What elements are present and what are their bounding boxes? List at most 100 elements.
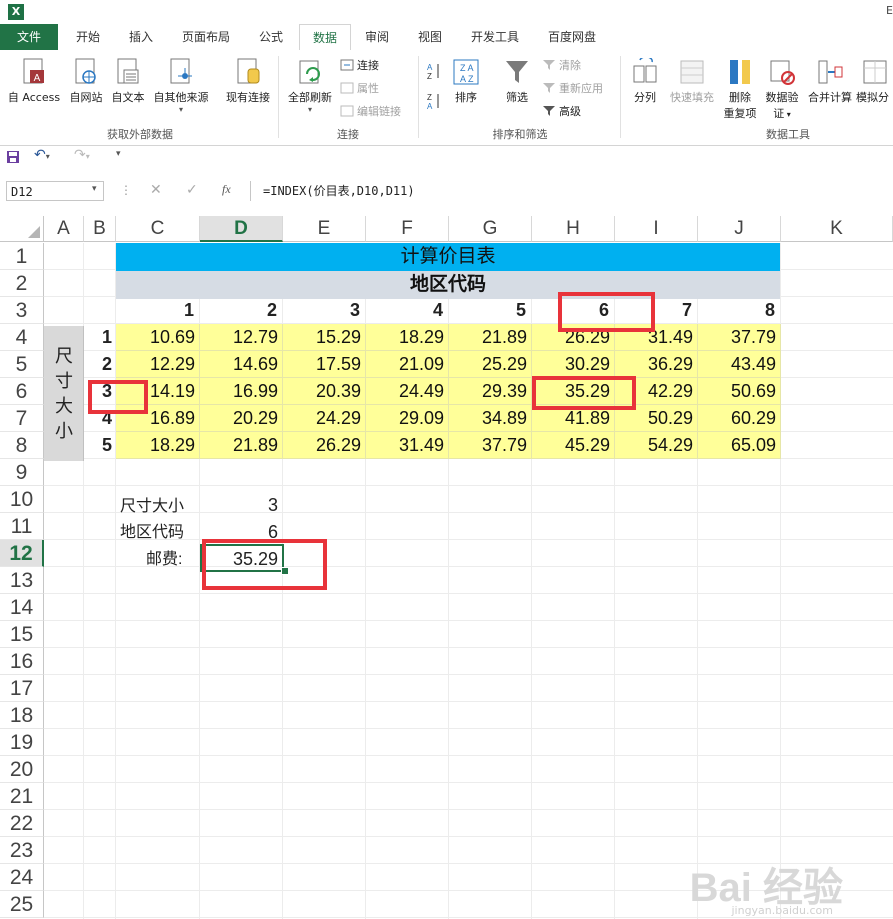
row-header-21[interactable]: 21 [0, 783, 44, 810]
price-cell[interactable]: 50.69 [698, 378, 781, 405]
price-cell[interactable]: 43.49 [698, 351, 781, 378]
customize-qat-icon[interactable]: ▾ [116, 149, 121, 159]
from-text-button[interactable]: 自文本 [108, 58, 148, 105]
column-header-J[interactable]: J [698, 216, 781, 242]
column-header-K[interactable]: K [781, 216, 893, 242]
tab-formulas[interactable]: 公式 [247, 24, 295, 50]
price-cell[interactable]: 21.09 [366, 351, 449, 378]
tab-developer[interactable]: 开发工具 [460, 24, 530, 50]
consolidate-button[interactable]: 合并计算 [804, 58, 856, 105]
cancel-icon[interactable]: ✕ [150, 182, 162, 198]
name-box-dropdown-icon[interactable]: ▾ [92, 184, 97, 194]
row-header-3[interactable]: 3 [0, 297, 44, 324]
row-header-14[interactable]: 14 [0, 594, 44, 621]
price-cell[interactable]: 20.29 [200, 405, 283, 432]
price-cell[interactable]: 60.29 [698, 405, 781, 432]
redo-icon[interactable]: ↷▾ [74, 147, 90, 163]
tab-home[interactable]: 开始 [64, 24, 112, 50]
row-header-6[interactable]: 6 [0, 378, 44, 405]
edit-links-button[interactable]: 编辑链接 [340, 103, 401, 119]
row-header-16[interactable]: 16 [0, 648, 44, 675]
region-code-cell[interactable]: 5 [449, 297, 532, 324]
what-if-analysis-button[interactable]: 模拟分 [856, 58, 893, 105]
properties-button[interactable]: 属性 [340, 80, 379, 96]
remove-duplicates-button[interactable]: 删除 重复项 [720, 58, 760, 121]
column-header-I[interactable]: I [615, 216, 698, 242]
row-header-7[interactable]: 7 [0, 405, 44, 432]
price-cell[interactable]: 34.89 [449, 405, 532, 432]
row-header-11[interactable]: 11 [0, 513, 44, 540]
price-cell[interactable]: 21.89 [200, 432, 283, 459]
column-header-A[interactable]: A [44, 216, 84, 242]
price-cell[interactable]: 29.39 [449, 378, 532, 405]
row-header-13[interactable]: 13 [0, 567, 44, 594]
price-cell[interactable]: 24.29 [283, 405, 366, 432]
price-cell[interactable]: 36.29 [615, 351, 698, 378]
price-cell[interactable]: 18.29 [366, 324, 449, 351]
sort-descending-icon[interactable]: ZA [426, 92, 442, 113]
price-cell[interactable]: 18.29 [116, 432, 200, 459]
column-header-E[interactable]: E [283, 216, 366, 242]
size-input-value[interactable]: 3 [200, 492, 282, 518]
price-cell[interactable]: 14.69 [200, 351, 283, 378]
region-code-cell[interactable]: 3 [283, 297, 366, 324]
refresh-all-button[interactable]: 全部刷新 ▾ [284, 58, 336, 114]
price-cell[interactable]: 24.49 [366, 378, 449, 405]
row-header-20[interactable]: 20 [0, 756, 44, 783]
row-header-4[interactable]: 4 [0, 324, 44, 351]
sheet-title[interactable]: 计算价目表 [116, 243, 780, 271]
size-side-label[interactable]: 尺 寸 大 小 [44, 326, 84, 461]
size-code-cell[interactable]: 1 [84, 324, 116, 351]
tab-view[interactable]: 视图 [406, 24, 454, 50]
size-code-cell[interactable]: 5 [84, 432, 116, 459]
row-header-23[interactable]: 23 [0, 837, 44, 864]
tab-baidu-netdisk[interactable]: 百度网盘 [536, 24, 608, 50]
price-cell[interactable]: 37.79 [449, 432, 532, 459]
price-cell[interactable]: 29.09 [366, 405, 449, 432]
reapply-button[interactable]: 重新应用 [542, 80, 603, 96]
price-cell[interactable]: 25.29 [449, 351, 532, 378]
tab-review[interactable]: 审阅 [353, 24, 401, 50]
row-header-18[interactable]: 18 [0, 702, 44, 729]
select-all-corner[interactable] [0, 216, 44, 242]
region-code-cell[interactable]: 8 [698, 297, 781, 324]
price-cell[interactable]: 15.29 [283, 324, 366, 351]
region-code-header[interactable]: 地区代码 [116, 271, 780, 299]
undo-icon[interactable]: ↶▾ [34, 147, 50, 163]
column-header-B[interactable]: B [84, 216, 116, 242]
row-header-15[interactable]: 15 [0, 621, 44, 648]
from-other-sources-button[interactable]: 自其他来源 ▾ [150, 58, 212, 114]
price-cell[interactable]: 37.79 [698, 324, 781, 351]
filter-button[interactable]: 筛选 [500, 58, 534, 105]
enter-check-icon[interactable]: ✓ [186, 182, 198, 198]
price-cell[interactable]: 54.29 [615, 432, 698, 459]
tab-page-layout[interactable]: 页面布局 [171, 24, 241, 50]
sort-ascending-icon[interactable]: AZ [426, 62, 442, 83]
price-cell[interactable]: 26.29 [283, 432, 366, 459]
existing-connections-button[interactable]: 现有连接 [222, 58, 274, 105]
region-code-cell[interactable]: 4 [366, 297, 449, 324]
tab-file[interactable]: 文件 [0, 24, 58, 50]
row-header-24[interactable]: 24 [0, 864, 44, 891]
from-access-button[interactable]: A 自 Access [4, 58, 64, 105]
size-input-label[interactable]: 尺寸大小 [120, 494, 210, 520]
save-icon[interactable] [6, 149, 20, 168]
column-header-G[interactable]: G [449, 216, 532, 242]
region-code-cell[interactable]: 2 [200, 297, 283, 324]
row-header-10[interactable]: 10 [0, 486, 44, 513]
price-cell[interactable]: 16.99 [200, 378, 283, 405]
connections-button[interactable]: 连接 [340, 57, 379, 73]
price-cell[interactable]: 31.49 [366, 432, 449, 459]
price-cell[interactable]: 20.39 [283, 378, 366, 405]
price-cell[interactable]: 12.29 [116, 351, 200, 378]
price-cell[interactable]: 12.79 [200, 324, 283, 351]
row-header-2[interactable]: 2 [0, 270, 44, 297]
row-header-12[interactable]: 12 [0, 540, 44, 567]
row-header-5[interactable]: 5 [0, 351, 44, 378]
row-header-9[interactable]: 9 [0, 459, 44, 486]
price-cell[interactable]: 21.89 [449, 324, 532, 351]
name-box[interactable]: D12 [6, 181, 104, 201]
size-code-cell[interactable]: 2 [84, 351, 116, 378]
row-header-19[interactable]: 19 [0, 729, 44, 756]
text-to-columns-button[interactable]: 分列 [628, 56, 662, 105]
